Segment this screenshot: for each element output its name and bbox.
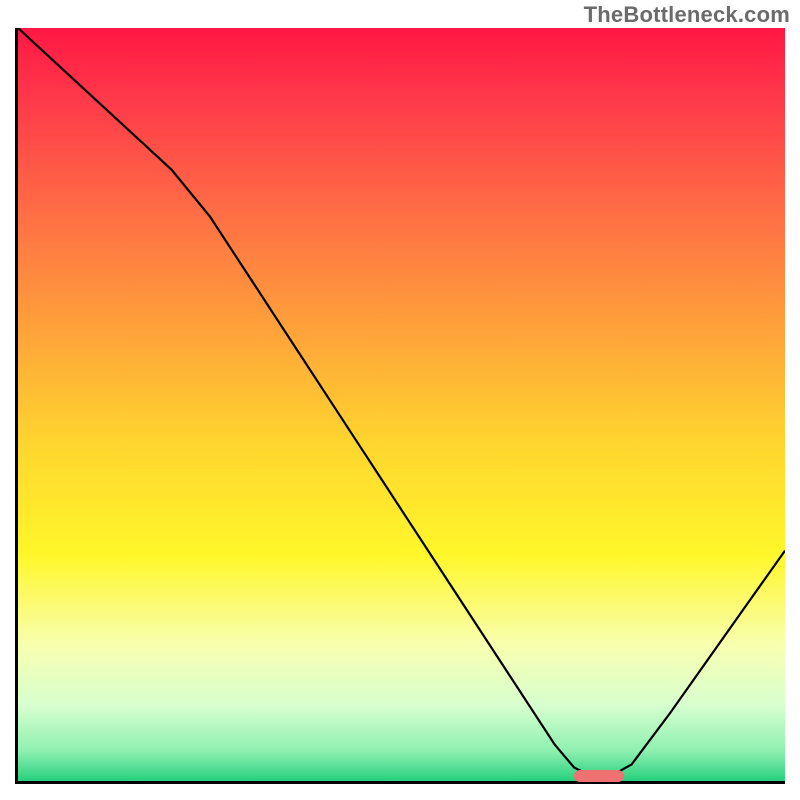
bottleneck-curve: [18, 28, 785, 777]
optimal-marker: [574, 770, 624, 782]
watermark-label: TheBottleneck.com: [584, 2, 790, 28]
chart-container: TheBottleneck.com: [0, 0, 800, 800]
curve-layer: [18, 28, 785, 781]
plot-area: [15, 28, 785, 784]
